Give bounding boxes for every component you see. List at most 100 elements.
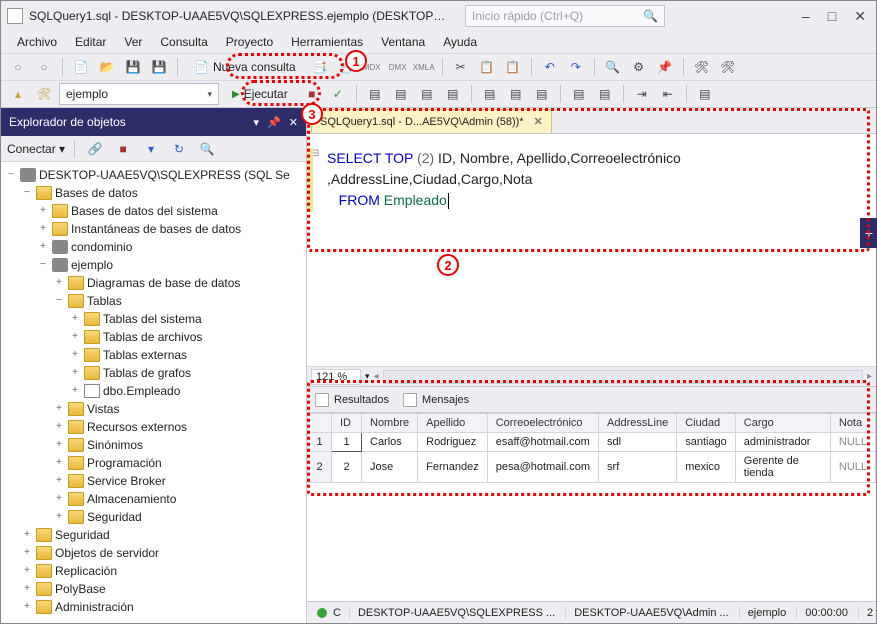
col-correo[interactable]: Correoelectrónico bbox=[487, 414, 598, 433]
menu-ver[interactable]: Ver bbox=[116, 33, 150, 51]
tree-views[interactable]: Vistas bbox=[87, 402, 119, 416]
sql-editor[interactable]: ⊟ SELECT TOP (2) ID, Nombre, Apellido,Co… bbox=[307, 134, 876, 366]
disconnect-icon[interactable]: 🔗 bbox=[84, 138, 106, 160]
tree-administration[interactable]: Administración bbox=[55, 600, 134, 614]
tab-close-icon[interactable]: ✕ bbox=[534, 115, 543, 128]
tool-icon-1[interactable]: 🔍 bbox=[602, 56, 624, 78]
undo-icon[interactable]: ↶ bbox=[539, 56, 561, 78]
h-scrollbar[interactable] bbox=[383, 370, 863, 384]
outdent-icon[interactable]: ⇤ bbox=[657, 83, 679, 105]
col-nota[interactable]: Nota bbox=[830, 414, 875, 433]
nav-back-icon[interactable]: ○ bbox=[7, 56, 29, 78]
paste-icon[interactable]: 📋 bbox=[502, 56, 524, 78]
quick-launch-input[interactable]: Inicio rápido (Ctrl+Q) 🔍 bbox=[465, 5, 665, 27]
menu-archivo[interactable]: Archivo bbox=[9, 33, 65, 51]
open-icon[interactable]: 📂 bbox=[96, 56, 118, 78]
tool-icon-5[interactable]: 🛠 bbox=[717, 56, 739, 78]
change-conn-icon[interactable]: 🛠 bbox=[33, 83, 55, 105]
table-row[interactable]: 2 2 Jose Fernandez pesa@hotmail.com srf … bbox=[308, 452, 876, 483]
comment-icon[interactable]: ▤ bbox=[568, 83, 590, 105]
tree-tables[interactable]: Tablas bbox=[87, 294, 122, 308]
tree-server-security[interactable]: Seguridad bbox=[55, 528, 110, 542]
menu-ayuda[interactable]: Ayuda bbox=[435, 33, 485, 51]
col-cargo[interactable]: Cargo bbox=[735, 414, 830, 433]
tool-icon-4[interactable]: 🛠 bbox=[691, 56, 713, 78]
tree-extresources[interactable]: Recursos externos bbox=[87, 420, 187, 434]
specify-values-icon[interactable]: ▤ bbox=[694, 83, 716, 105]
db-query-icon[interactable]: 📑 bbox=[309, 56, 331, 78]
tree-snapshots[interactable]: Instantáneas de bases de datos bbox=[71, 222, 241, 236]
menu-editar[interactable]: Editar bbox=[67, 33, 114, 51]
uncomment-icon[interactable]: ▤ bbox=[594, 83, 616, 105]
tool-icon-2[interactable]: ⚙ bbox=[628, 56, 650, 78]
mdx-icon[interactable]: MDX bbox=[361, 56, 383, 78]
maximize-icon[interactable]: □ bbox=[828, 8, 836, 25]
cut-icon[interactable]: ✂ bbox=[450, 56, 472, 78]
tree-programmability[interactable]: Programación bbox=[87, 456, 162, 470]
menu-ventana[interactable]: Ventana bbox=[373, 33, 433, 51]
save-all-icon[interactable]: 💾 bbox=[148, 56, 170, 78]
tree-filetables[interactable]: Tablas de archivos bbox=[103, 330, 202, 344]
menu-consulta[interactable]: Consulta bbox=[152, 33, 215, 51]
tree-server[interactable]: DESKTOP-UAAE5VQ\SQLEXPRESS (SQL Se bbox=[39, 168, 290, 182]
col-nombre[interactable]: Nombre bbox=[362, 414, 418, 433]
object-tree[interactable]: −DESKTOP-UAAE5VQ\SQLEXPRESS (SQL Se −Bas… bbox=[1, 162, 306, 623]
table-row[interactable]: 1 1 Carlos Rodriguez esaff@hotmail.com s… bbox=[308, 433, 876, 452]
tree-graphtables[interactable]: Tablas de grafos bbox=[103, 366, 191, 380]
save-icon[interactable]: 💾 bbox=[122, 56, 144, 78]
editor-tab[interactable]: SQLQuery1.sql - D...AE5VQ\Admin (58))* ✕ bbox=[311, 109, 552, 133]
connect-button[interactable]: Conectar ▾ bbox=[7, 142, 65, 156]
close-icon[interactable]: ✕ bbox=[854, 8, 866, 25]
messages-tab[interactable]: Mensajes bbox=[403, 393, 469, 407]
pin-icon[interactable]: 📌 bbox=[267, 116, 281, 129]
results-file-icon[interactable]: ▤ bbox=[531, 83, 553, 105]
tree-synonyms[interactable]: Sinónimos bbox=[87, 438, 143, 452]
new-query-button[interactable]: 📄 Nueva consulta bbox=[185, 56, 305, 78]
tree-replication[interactable]: Replicación bbox=[55, 564, 117, 578]
side-tab-handle[interactable] bbox=[860, 218, 877, 248]
indent-icon[interactable]: ⇥ bbox=[631, 83, 653, 105]
results-grid-icon[interactable]: ▤ bbox=[479, 83, 501, 105]
execute-button[interactable]: ▶ Ejecutar bbox=[223, 83, 297, 105]
database-dropdown[interactable]: ejemplo▾ bbox=[59, 83, 219, 105]
zoom-level[interactable]: 121 % bbox=[311, 369, 361, 385]
tree-security[interactable]: Seguridad bbox=[87, 510, 142, 524]
tree-dbo-empleado[interactable]: dbo.Empleado bbox=[103, 384, 180, 398]
results-text-icon[interactable]: ▤ bbox=[505, 83, 527, 105]
use-db-icon[interactable]: ▴ bbox=[7, 83, 29, 105]
live-stats-icon[interactable]: ▤ bbox=[416, 83, 438, 105]
actual-plan-icon[interactable]: ▤ bbox=[390, 83, 412, 105]
filter-icon[interactable]: ▾ bbox=[140, 138, 162, 160]
col-id[interactable]: ID bbox=[332, 414, 362, 433]
xe-icon[interactable]: 📑 bbox=[335, 56, 357, 78]
nav-fwd-icon[interactable]: ○ bbox=[33, 56, 55, 78]
tree-systables[interactable]: Tablas del sistema bbox=[103, 312, 202, 326]
tree-diagrams[interactable]: Diagramas de base de datos bbox=[87, 276, 240, 290]
col-apellido[interactable]: Apellido bbox=[418, 414, 488, 433]
tree-server-objects[interactable]: Objetos de servidor bbox=[55, 546, 159, 560]
copy-icon[interactable]: 📋 bbox=[476, 56, 498, 78]
menu-herramientas[interactable]: Herramientas bbox=[283, 33, 371, 51]
client-stats-icon[interactable]: ▤ bbox=[442, 83, 464, 105]
new-project-icon[interactable]: 📄 bbox=[70, 56, 92, 78]
tree-storage[interactable]: Almacenamiento bbox=[87, 492, 176, 506]
tree-exttables[interactable]: Tablas externas bbox=[103, 348, 187, 362]
stop-icon[interactable]: ■ bbox=[301, 83, 323, 105]
tree-databases[interactable]: Bases de datos bbox=[55, 186, 138, 200]
tree-condominio[interactable]: condominio bbox=[71, 240, 132, 254]
col-ciudad[interactable]: Ciudad bbox=[677, 414, 736, 433]
plan-icon[interactable]: ▤ bbox=[364, 83, 386, 105]
zoom-dropdown-icon[interactable]: ▾ bbox=[365, 371, 370, 382]
dmx-icon[interactable]: DMX bbox=[387, 56, 409, 78]
col-address[interactable]: AddressLine bbox=[599, 414, 677, 433]
refresh-icon[interactable]: ↻ bbox=[168, 138, 190, 160]
tool-icon-3[interactable]: 📌 bbox=[654, 56, 676, 78]
search2-icon[interactable]: 🔍 bbox=[196, 138, 218, 160]
stop2-icon[interactable]: ■ bbox=[112, 138, 134, 160]
tree-service-broker[interactable]: Service Broker bbox=[87, 474, 166, 488]
xmla-icon[interactable]: XMLA bbox=[413, 56, 435, 78]
menu-proyecto[interactable]: Proyecto bbox=[218, 33, 281, 51]
tree-ejemplo[interactable]: ejemplo bbox=[71, 258, 113, 272]
explorer-dropdown-icon[interactable]: ▾ bbox=[254, 116, 260, 129]
tree-polybase[interactable]: PolyBase bbox=[55, 582, 106, 596]
